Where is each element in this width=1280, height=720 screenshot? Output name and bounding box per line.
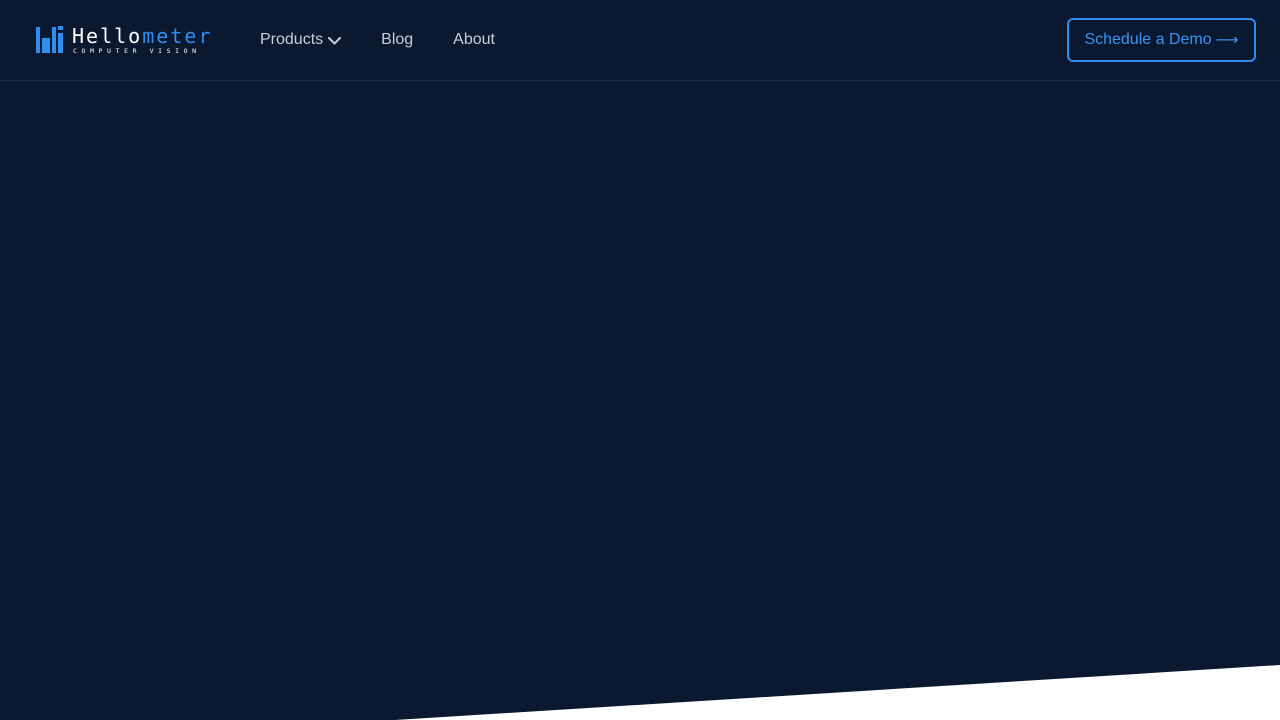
section-divider-slant [395,665,1280,720]
